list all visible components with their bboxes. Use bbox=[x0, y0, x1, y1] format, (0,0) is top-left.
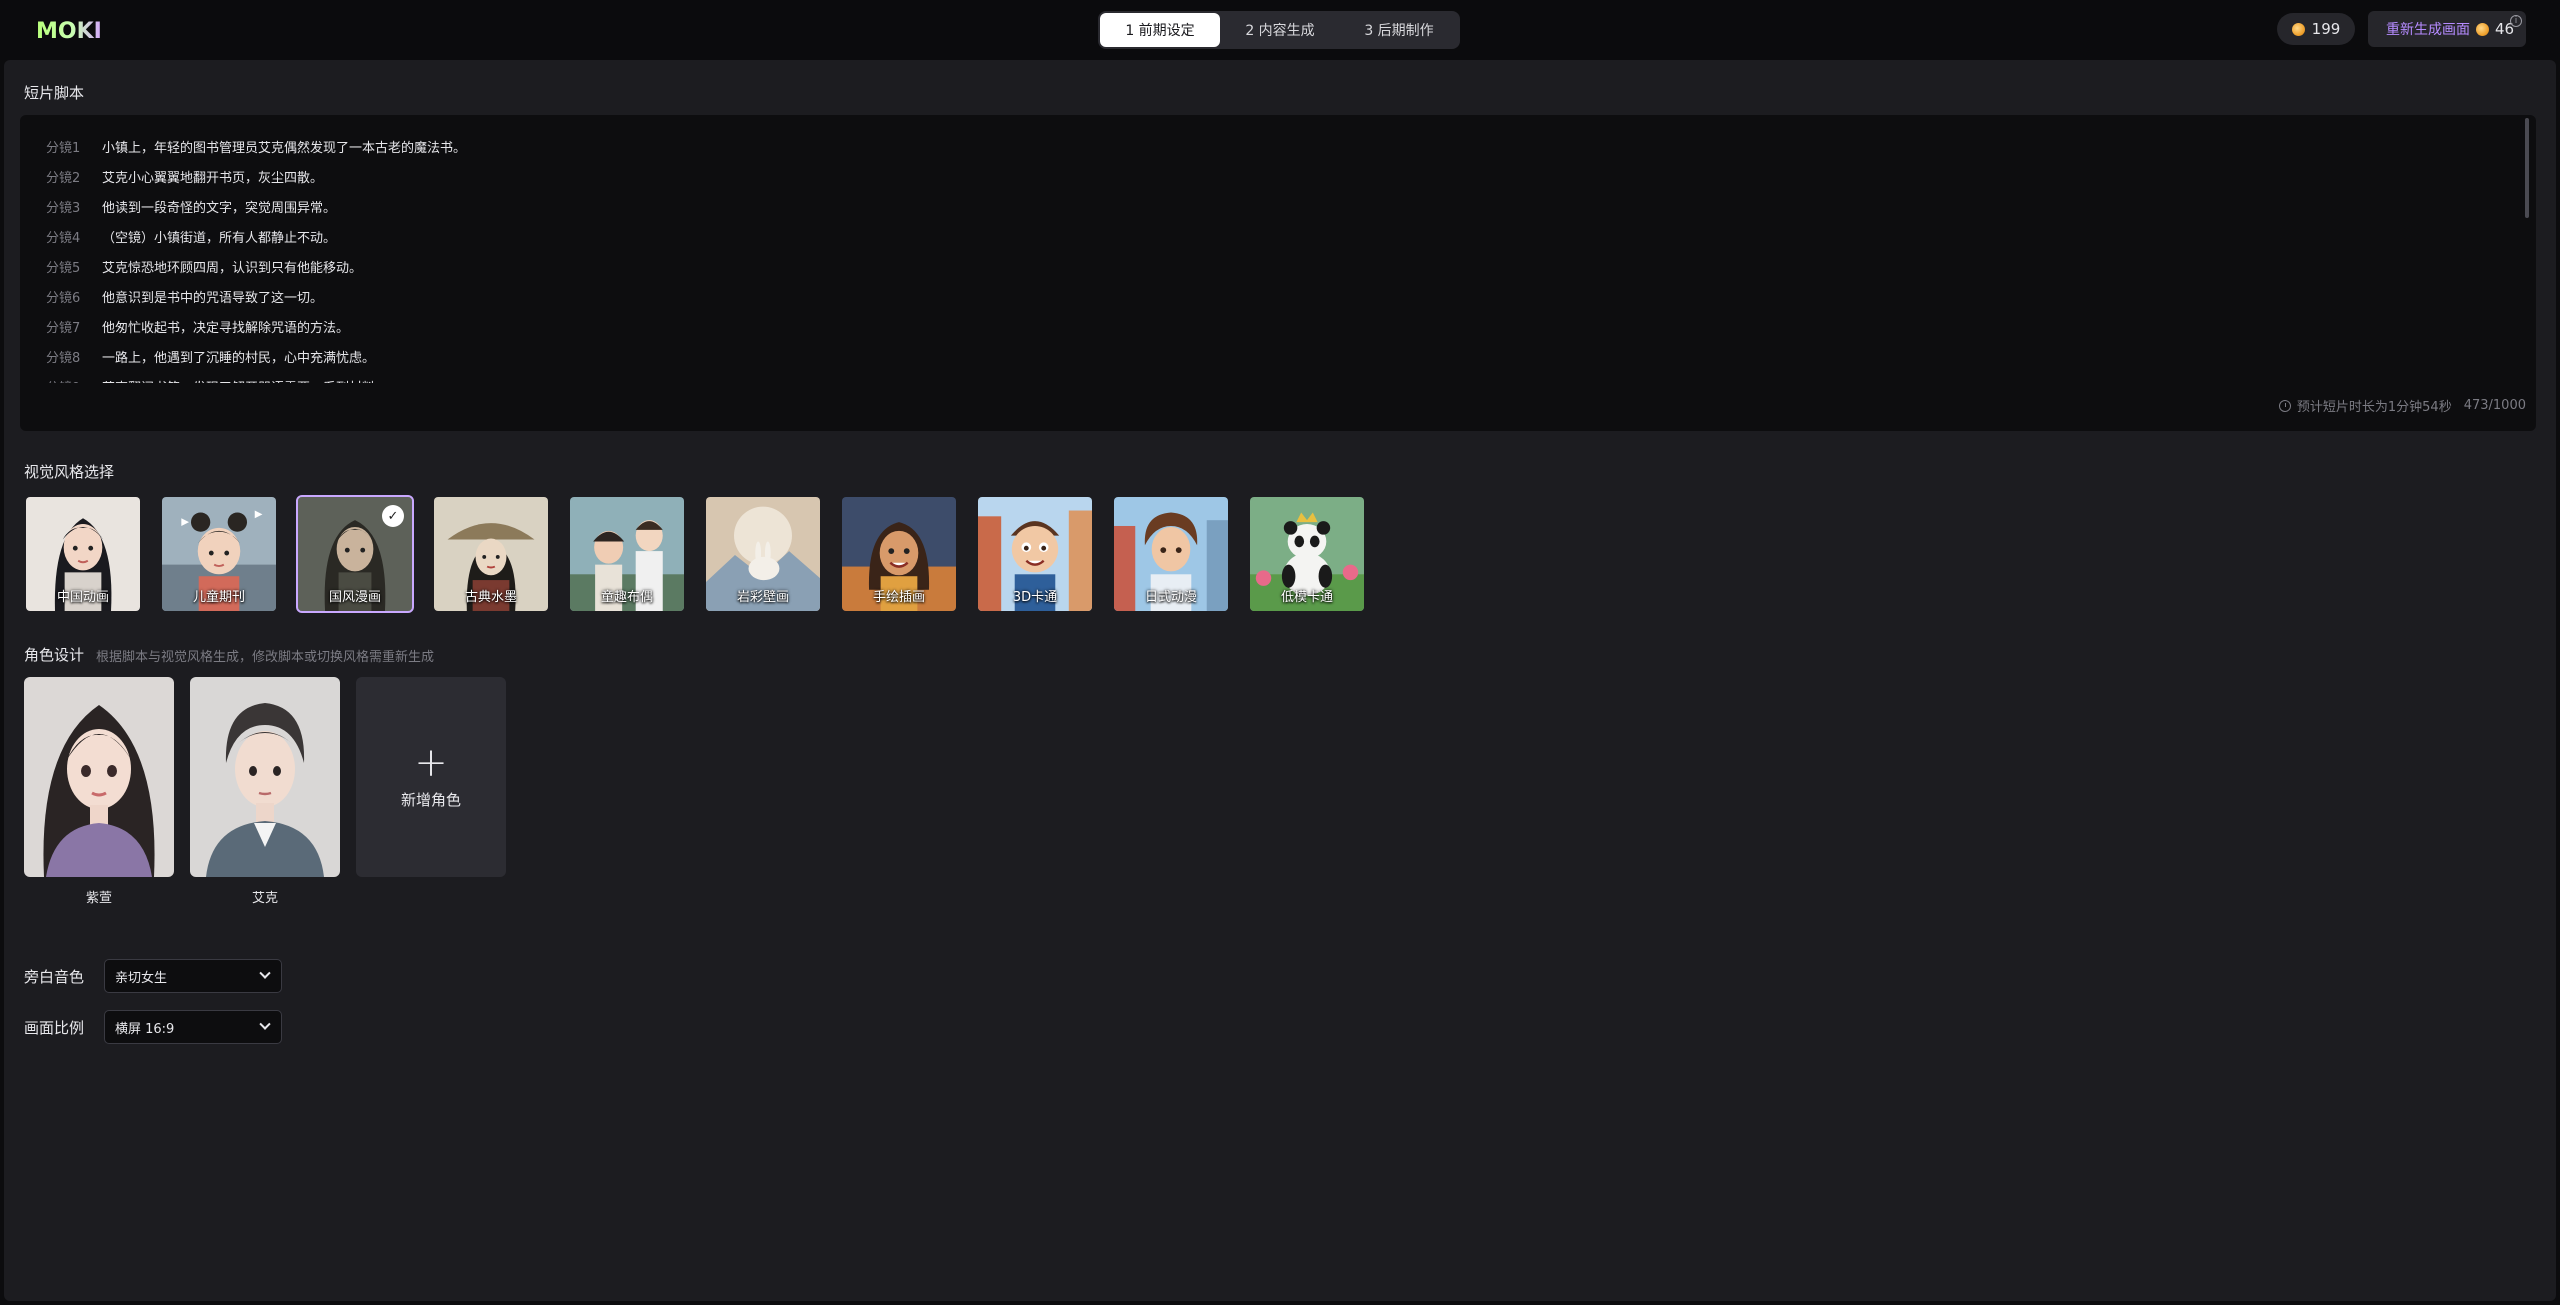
style-option-classical-ink[interactable]: 古典水墨 bbox=[432, 495, 550, 613]
info-icon[interactable]: i bbox=[2510, 15, 2522, 27]
top-bar: MOKI 1 前期设定 2 内容生成 3 后期制作 199 重新生成画面 46 … bbox=[0, 0, 2560, 60]
script-line[interactable]: 分镜7 他匆忙收起书，决定寻找解除咒语的方法。 bbox=[46, 311, 2446, 341]
style-option-low-poly[interactable]: 低模卡通 bbox=[1248, 495, 1366, 613]
script-line[interactable]: 分镜3 他读到一段奇怪的文字，突觉周围异常。 bbox=[46, 191, 2446, 221]
character-portrait bbox=[24, 677, 174, 877]
character-card[interactable]: 艾克 bbox=[190, 677, 340, 906]
step-tabs: 1 前期设定 2 内容生成 3 后期制作 bbox=[1098, 11, 1460, 49]
shot-text: 一路上，他遇到了沉睡的村民，心中充满忧虑。 bbox=[102, 350, 376, 366]
shot-text: 艾克翻阅书籍，发现了解开咒语需要一系列材料。 bbox=[102, 377, 388, 384]
shot-index: 分镜8 bbox=[46, 350, 81, 366]
shot-text: 他意识到是书中的咒语导致了这一切。 bbox=[102, 290, 324, 306]
add-character-button[interactable]: + 新增角色 bbox=[356, 677, 506, 877]
style-option-children-periodical[interactable]: 儿童期刊 bbox=[160, 495, 278, 613]
narration-voice-row: 旁白音色 亲切女生 bbox=[24, 959, 282, 993]
style-option-guofeng-comic[interactable]: ✓ 国风漫画 bbox=[296, 495, 414, 613]
script-line[interactable]: 分镜1 小镇上，年轻的图书管理员艾克偶然发现了一本古老的魔法书。 bbox=[46, 131, 2446, 161]
style-label: 中国动画 bbox=[56, 590, 109, 605]
script-lines: 分镜1 小镇上，年轻的图书管理员艾克偶然发现了一本古老的魔法书。分镜2 艾克小心翼翼… bbox=[46, 131, 2446, 384]
regenerate-label: 重新生成画面 bbox=[2386, 22, 2470, 38]
estimated-duration: 预计短片时长为1分钟54秒 bbox=[2296, 400, 2452, 415]
style-option-hand-drawn[interactable]: 手绘插画 bbox=[840, 495, 958, 613]
add-character-label: 新增角色 bbox=[400, 790, 461, 809]
character-portrait bbox=[190, 677, 340, 877]
style-label: 手绘插画 bbox=[872, 590, 925, 605]
narration-voice-label: 旁白音色 bbox=[24, 967, 85, 986]
shot-text: 艾克小心翼翼地翻开书页，灰尘四散。 bbox=[102, 170, 324, 186]
style-option-3d-cartoon[interactable]: 3D卡通 bbox=[976, 495, 1094, 613]
style-option-puppet[interactable]: 童趣布偶 bbox=[568, 495, 686, 613]
tab-content-generation[interactable]: 2 内容生成 bbox=[1220, 13, 1340, 47]
script-section-title: 短片脚本 bbox=[24, 84, 85, 102]
regenerate-button[interactable]: 重新生成画面 46 bbox=[2368, 11, 2526, 47]
narration-voice-select[interactable]: 亲切女生 bbox=[104, 959, 282, 993]
character-design-subtitle: 根据脚本与视觉风格生成，修改脚本或切换风格需重新生成 bbox=[96, 650, 435, 665]
script-line[interactable]: 分镜5 艾克惊恐地环顾四周，认识到只有他能移动。 bbox=[46, 251, 2446, 281]
character-list: 紫萱 艾克 + 新增角色 bbox=[24, 677, 506, 906]
character-card[interactable]: 紫萱 bbox=[24, 677, 174, 906]
coin-icon bbox=[2476, 22, 2489, 36]
portrait-female-image bbox=[24, 677, 174, 877]
shot-text: 艾克惊恐地环顾四周，认识到只有他能移动。 bbox=[102, 260, 363, 276]
shot-text: 他匆忙收起书，决定寻找解除咒语的方法。 bbox=[102, 320, 350, 336]
shot-index: 分镜9 bbox=[46, 377, 102, 384]
shot-index: 分镜2 bbox=[46, 170, 81, 186]
style-label: 儿童期刊 bbox=[192, 590, 245, 605]
shot-text: 小镇上，年轻的图书管理员艾克偶然发现了一本古老的魔法书。 bbox=[102, 140, 467, 156]
svg-text:MOKI: MOKI bbox=[36, 19, 102, 41]
script-line[interactable]: 分镜9艾克翻阅书籍，发现了解开咒语需要一系列材料。 bbox=[46, 371, 2446, 384]
app-logo[interactable]: MOKI bbox=[36, 19, 112, 41]
shot-index: 分镜6 bbox=[46, 290, 81, 306]
style-option-chinese-animation[interactable]: 中国动画 bbox=[24, 495, 142, 613]
script-line[interactable]: 分镜2 艾克小心翼翼地翻开书页，灰尘四散。 bbox=[46, 161, 2446, 191]
visual-style-title: 视觉风格选择 bbox=[24, 463, 115, 481]
aspect-ratio-label: 画面比例 bbox=[24, 1018, 85, 1037]
selected-check-icon: ✓ bbox=[382, 505, 404, 527]
shot-text: （空镜）小镇街道，所有人都静止不动。 bbox=[102, 230, 337, 246]
credits-balance[interactable]: 199 bbox=[2277, 13, 2355, 45]
style-label: 日式动漫 bbox=[1144, 590, 1197, 605]
script-scrollbar[interactable] bbox=[2525, 118, 2529, 218]
style-label: 国风漫画 bbox=[328, 590, 381, 605]
shot-index: 分镜5 bbox=[46, 260, 81, 276]
style-label: 3D卡通 bbox=[1012, 590, 1058, 605]
logo-mark: MOKI bbox=[36, 19, 102, 41]
aspect-ratio-row: 画面比例 横屏 16:9 bbox=[24, 1010, 282, 1044]
style-label: 低模卡通 bbox=[1280, 590, 1333, 605]
shot-text: 他读到一段奇怪的文字，突觉周围异常。 bbox=[102, 200, 337, 216]
style-option-japanese-anime[interactable]: 日式动漫 bbox=[1112, 495, 1230, 613]
style-label: 童趣布偶 bbox=[600, 590, 653, 605]
clock-icon bbox=[2278, 399, 2291, 412]
character-design-title: 角色设计 bbox=[24, 646, 85, 664]
chevron-down-icon bbox=[259, 967, 271, 979]
chevron-down-icon bbox=[259, 1018, 271, 1030]
script-editor[interactable]: 分镜1 小镇上，年轻的图书管理员艾克偶然发现了一本古老的魔法书。分镜2 艾克小心翼翼… bbox=[20, 115, 2536, 431]
style-options: 中国动画 儿童期刊 ✓ 国风漫画 古典水墨 童趣布偶 岩彩壁画 手绘插画 3D卡… bbox=[24, 495, 1366, 613]
tab-pre-setup[interactable]: 1 前期设定 bbox=[1100, 13, 1220, 47]
aspect-ratio-select[interactable]: 横屏 16:9 bbox=[104, 1010, 282, 1044]
tab-post-production[interactable]: 3 后期制作 bbox=[1340, 13, 1458, 47]
script-line[interactable]: 分镜6 他意识到是书中的咒语导致了这一切。 bbox=[46, 281, 2446, 311]
portrait-male-image bbox=[190, 677, 340, 877]
shot-index: 分镜1 bbox=[46, 140, 81, 156]
shot-index: 分镜3 bbox=[46, 200, 81, 216]
char-count: 473/1000 bbox=[2463, 398, 2526, 413]
character-name: 艾克 bbox=[251, 891, 278, 906]
narration-voice-value: 亲切女生 bbox=[115, 970, 168, 986]
script-line[interactable]: 分镜8 一路上，他遇到了沉睡的村民，心中充满忧虑。 bbox=[46, 341, 2446, 371]
shot-index: 分镜4 bbox=[46, 230, 81, 246]
style-label: 岩彩壁画 bbox=[736, 590, 789, 605]
style-option-rock-mural[interactable]: 岩彩壁画 bbox=[704, 495, 822, 613]
credits-value: 199 bbox=[2311, 20, 2341, 38]
script-line[interactable]: 分镜4 （空镜）小镇街道，所有人都静止不动。 bbox=[46, 221, 2446, 251]
shot-index: 分镜7 bbox=[46, 320, 81, 336]
coin-icon bbox=[2291, 22, 2305, 36]
plus-icon: + bbox=[414, 739, 448, 786]
style-label: 古典水墨 bbox=[464, 590, 517, 605]
character-name: 紫萱 bbox=[85, 891, 112, 906]
aspect-ratio-value: 横屏 16:9 bbox=[115, 1021, 175, 1037]
script-meta: 预计短片时长为1分钟54秒 473/1000 bbox=[2278, 396, 2526, 415]
